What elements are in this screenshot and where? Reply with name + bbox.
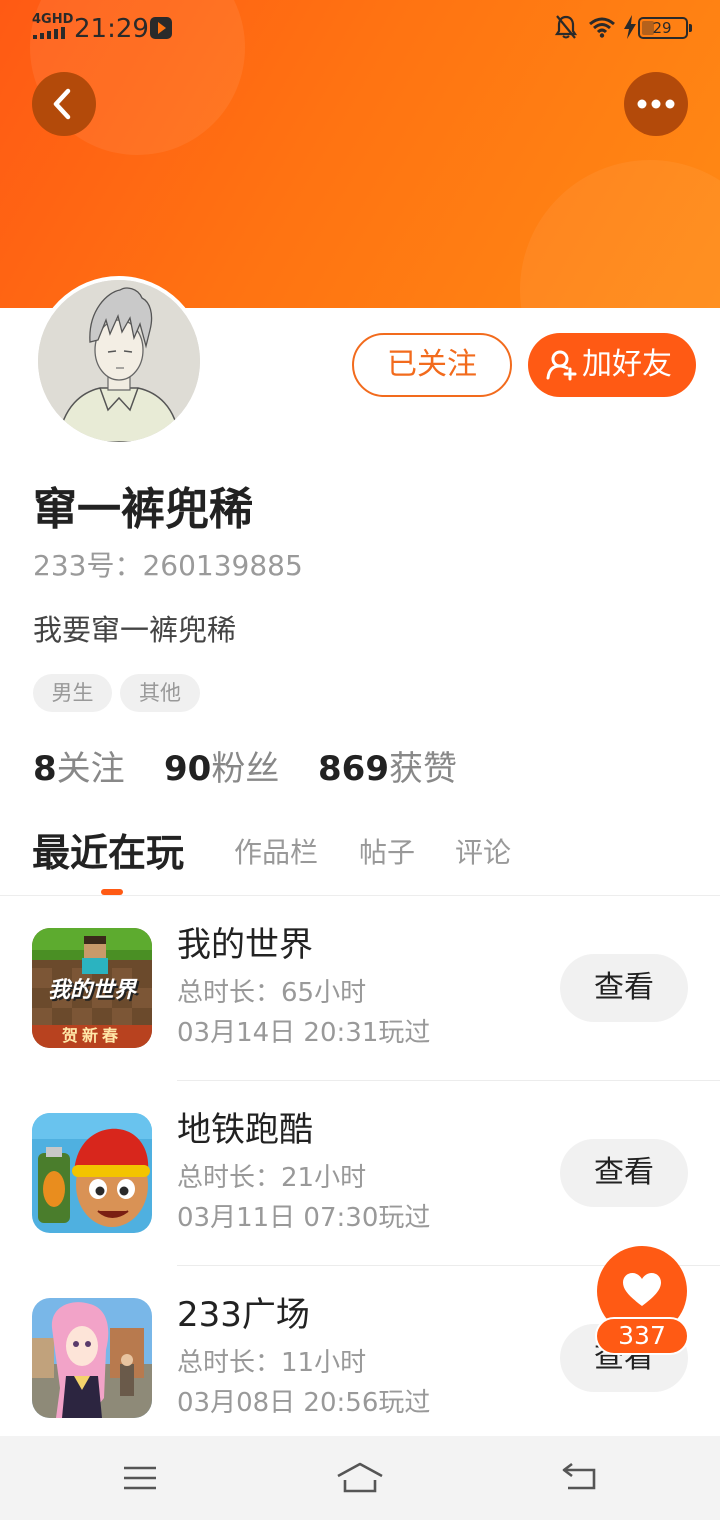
stat-value: 869 <box>318 749 389 789</box>
view-button[interactable]: 查看 <box>560 954 688 1022</box>
game-icon-text: 我的世界 <box>47 978 136 1003</box>
charging-icon <box>624 15 636 39</box>
status-bar: 4GHD 21:29 29 <box>0 0 720 56</box>
more-button[interactable] <box>624 72 688 136</box>
tag-gender: 男生 <box>33 674 112 712</box>
signal-icon <box>33 27 65 39</box>
stat-followers[interactable]: 90粉丝 <box>164 748 279 790</box>
system-nav-bar <box>0 1436 720 1520</box>
back-nav-icon[interactable] <box>560 1458 600 1498</box>
game-title: 我的世界 <box>177 925 313 965</box>
media-play-icon <box>150 17 172 39</box>
banner-decoration <box>520 160 720 308</box>
stat-label: 粉丝 <box>211 749 280 789</box>
view-button[interactable]: 查看 <box>560 1139 688 1207</box>
tab-comments[interactable]: 评论 <box>455 834 511 872</box>
followed-button[interactable]: 已关注 <box>352 333 512 397</box>
heart-icon <box>623 1273 661 1306</box>
game-last-played: 03月11日 07:30玩过 <box>177 1203 431 1233</box>
game-duration: 总时长：11小时 <box>177 1348 367 1378</box>
avatar-image <box>38 280 200 442</box>
clock: 21:29 <box>74 14 149 44</box>
stat-value: 90 <box>164 749 212 789</box>
add-friend-button[interactable]: 加好友 <box>528 333 696 397</box>
game-last-played: 03月08日 20:56玩过 <box>177 1388 431 1418</box>
avatar[interactable] <box>34 276 204 446</box>
chevron-left-icon <box>53 88 71 120</box>
more-dots-icon <box>637 99 675 109</box>
profile-uid: 233号：260139885 <box>33 549 303 582</box>
battery-icon: 29 <box>638 17 692 39</box>
game-icon-subway-surfers <box>32 1113 152 1233</box>
stat-following[interactable]: 8关注 <box>33 748 125 790</box>
like-count: 337 <box>595 1317 689 1355</box>
game-duration: 总时长：65小时 <box>177 978 367 1008</box>
bell-muted-icon <box>555 15 577 39</box>
game-title: 地铁跑酷 <box>177 1110 313 1150</box>
divider <box>0 895 720 896</box>
game-last-played: 03月14日 20:31玩过 <box>177 1018 431 1048</box>
stat-label: 获赞 <box>388 749 457 789</box>
tab-recent-played[interactable]: 最近在玩 <box>32 828 184 878</box>
divider <box>177 1080 720 1081</box>
stat-label: 关注 <box>56 749 125 789</box>
add-user-icon <box>546 350 577 381</box>
menu-icon[interactable] <box>122 1458 158 1498</box>
tag-other: 其他 <box>120 674 200 712</box>
network-type: 4GHD <box>32 12 74 27</box>
game-title: 233广场 <box>177 1295 310 1335</box>
tab-posts[interactable]: 帖子 <box>359 834 415 872</box>
game-icon-minecraft: 我的世界 贺新春 <box>32 928 152 1048</box>
battery-level: 29 <box>652 19 672 37</box>
wifi-icon <box>589 17 615 38</box>
profile-name: 窜一裤兜稀 <box>33 484 253 535</box>
tab-works[interactable]: 作品栏 <box>234 834 318 872</box>
list-item[interactable]: 我的世界 贺新春 我的世界 总时长：65小时 03月14日 20:31玩过 查看 <box>0 925 720 1112</box>
home-icon[interactable] <box>336 1458 384 1498</box>
profile-bio: 我要窜一裤兜稀 <box>33 613 237 647</box>
add-friend-label: 加好友 <box>582 347 672 382</box>
game-icon-subtext: 贺新春 <box>61 1026 122 1045</box>
stat-likes[interactable]: 869获赞 <box>318 748 457 790</box>
back-button[interactable] <box>32 72 96 136</box>
game-duration: 总时长：21小时 <box>177 1163 367 1193</box>
stat-value: 8 <box>33 749 57 789</box>
game-icon-233-plaza <box>32 1298 152 1418</box>
